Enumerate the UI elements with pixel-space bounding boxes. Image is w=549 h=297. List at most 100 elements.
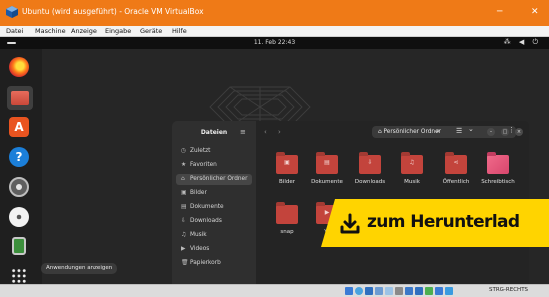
folder-label: Öffentlich (442, 179, 470, 185)
download-arrow-icon: ⇩ (181, 218, 186, 224)
sidebar-item-trash[interactable]: 🗑 Papierkorb (176, 258, 252, 269)
trash-icon: 🗑 (181, 260, 189, 266)
sidebar-item-label: Persönlicher Ordner (190, 176, 248, 182)
virtualbox-logo-icon (6, 6, 18, 18)
download-banner[interactable]: zum Herunterlad (321, 199, 549, 247)
sidebar-item-music[interactable]: ♫ Musik (176, 230, 252, 241)
forward-icon[interactable]: › (278, 128, 281, 136)
folder-icon: ⇩ (359, 152, 381, 174)
image-icon: ▣ (181, 190, 187, 196)
minimize-icon[interactable]: ─ (497, 7, 502, 17)
sidebar-item-label: Videos (190, 246, 210, 252)
gnome-topbar: 11. Feb 22:43 ⁂ ◀ ⏻ (0, 37, 549, 49)
folder-music[interactable]: ♫ Musik (392, 152, 432, 199)
files-headerbar: ‹ › ⌂ Persönlicher Ordner ⋮ ⌕ ☰ ⌄ – □ × (256, 121, 529, 143)
view-list-icon[interactable]: ☰ (456, 127, 462, 135)
usb-icon[interactable] (385, 287, 393, 295)
show-apps-icon[interactable] (11, 268, 27, 284)
dock: A ? (0, 49, 42, 284)
sidebar-item-documents[interactable]: ▤ Dokumente (176, 202, 252, 213)
system-tray[interactable]: ⁂ ◀ ⏻ (504, 38, 541, 47)
folder-label: Dokumente (311, 179, 343, 185)
window-title: Ubuntu (wird ausgeführt) - Oracle VM Vir… (22, 7, 204, 16)
home-icon: ⌂ (181, 176, 185, 182)
folder-snap[interactable]: snap (267, 202, 307, 249)
folder-pictures[interactable]: ▣ Bilder (267, 152, 307, 199)
folder-icon: ▤ (316, 152, 338, 174)
menu-eingabe[interactable]: Eingabe (105, 27, 131, 35)
folder-icon: ⋖ (445, 152, 467, 174)
folder-downloads[interactable]: ⇩ Downloads (350, 152, 390, 199)
menu-hilfe[interactable]: Hilfe (172, 27, 187, 35)
sidebar-item-label: Zuletzt (190, 148, 211, 154)
display-icon[interactable] (405, 287, 413, 295)
download-icon (340, 213, 360, 234)
sidebar-item-recent[interactable]: ◷ Zuletzt (176, 146, 252, 157)
folder-icon (487, 152, 509, 174)
search-icon[interactable]: ⌕ (436, 127, 440, 136)
optical-drive-icon[interactable] (355, 287, 363, 295)
video-capture-icon[interactable] (415, 287, 423, 295)
clock[interactable]: 11. Feb 22:43 (0, 39, 549, 46)
sidebar-item-label: Bilder (190, 190, 207, 196)
folder-label: Downloads (354, 179, 386, 185)
menu-geraete[interactable]: Geräte (140, 27, 162, 35)
guest-screen: 11. Feb 22:43 ⁂ ◀ ⏻ A ? Anwendungen anze… (0, 37, 549, 284)
settings-icon[interactable] (9, 177, 29, 197)
files-icon[interactable] (7, 86, 33, 110)
clock-icon: ◷ (181, 148, 187, 154)
vbox-statusbar: STRG-RECHTS (0, 284, 549, 297)
chevron-down-icon[interactable]: ⌄ (468, 125, 474, 133)
document-icon: ▤ (181, 204, 187, 210)
shared-folders-icon[interactable] (395, 287, 403, 295)
menu-anzeige[interactable]: Anzeige (71, 27, 97, 35)
firefox-icon[interactable] (9, 57, 29, 77)
folder-icon: ▣ (276, 152, 298, 174)
sidebar-item-home[interactable]: ⌂ Persönlicher Ordner (176, 174, 252, 185)
menubar: Datei Maschine Anzeige Eingabe Geräte Hi… (0, 26, 549, 37)
folder-label: snap (280, 229, 294, 235)
path-label: ⌂ Persönlicher Ordner (378, 129, 442, 135)
harddisk-icon[interactable] (345, 287, 353, 295)
disc-icon[interactable] (9, 207, 29, 227)
sidebar-item-label: Musik (190, 232, 207, 238)
path-menu-icon[interactable]: ⋮ (508, 126, 515, 134)
sidebar-item-label: Papierkorb (190, 260, 221, 266)
folder-documents[interactable]: ▤ Dokumente (307, 152, 347, 199)
music-icon: ♫ (181, 232, 187, 238)
menu-datei[interactable]: Datei (6, 27, 23, 35)
sidebar-item-videos[interactable]: ▶ Videos (176, 244, 252, 255)
help-icon[interactable]: ? (9, 147, 29, 167)
audio-icon[interactable] (365, 287, 373, 295)
video-icon: ▶ (181, 246, 186, 252)
maximize-window-icon[interactable]: □ (501, 128, 509, 136)
sidebar-item-downloads[interactable]: ⇩ Downloads (176, 216, 252, 227)
hamburger-menu-icon[interactable]: ≡ (240, 128, 246, 136)
network-icon[interactable] (375, 287, 383, 295)
minimize-window-icon[interactable]: – (487, 128, 495, 136)
folder-label: Musik (404, 179, 420, 185)
app-center-icon[interactable]: A (9, 117, 29, 137)
folder-icon (276, 202, 298, 224)
close-window-icon[interactable]: × (515, 128, 523, 136)
sidebar-item-label: Dokumente (190, 204, 224, 210)
trash-icon[interactable] (12, 237, 26, 255)
cpu-icon[interactable] (425, 287, 433, 295)
mouse-integration-icon[interactable] (435, 287, 443, 295)
folder-public[interactable]: ⋖ Öffentlich (436, 152, 476, 199)
apps-tooltip: Anwendungen anzeigen (41, 263, 118, 274)
folder-desktop[interactable]: Schreibtisch (478, 152, 518, 199)
keyboard-icon[interactable] (445, 287, 453, 295)
files-sidebar: Dateien ≡ ◷ Zuletzt ★ Favoriten ⌂ Persönlic… (172, 121, 256, 284)
sidebar-item-label: Favoriten (190, 162, 217, 168)
back-icon[interactable]: ‹ (264, 128, 267, 136)
sidebar-item-favorites[interactable]: ★ Favoriten (176, 160, 252, 171)
close-icon[interactable]: ✕ (531, 7, 539, 17)
sidebar-item-label: Downloads (190, 218, 222, 224)
sidebar-item-pictures[interactable]: ▣ Bilder (176, 188, 252, 199)
folder-label: Schreibtisch (481, 179, 515, 185)
menu-maschine[interactable]: Maschine (35, 27, 66, 35)
host-key-label: STRG-RECHTS (489, 287, 529, 293)
star-icon: ★ (181, 162, 187, 168)
folder-label: Bilder (279, 179, 295, 185)
